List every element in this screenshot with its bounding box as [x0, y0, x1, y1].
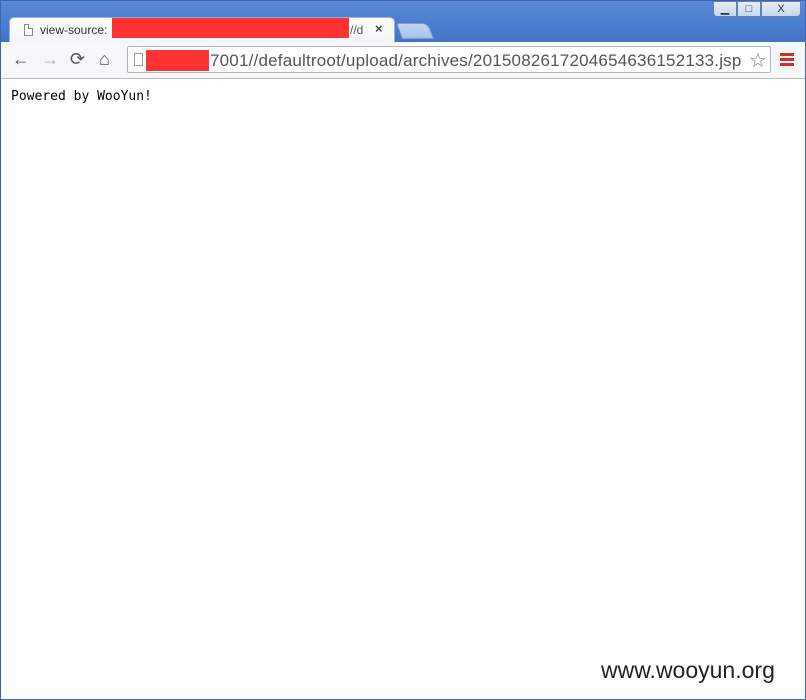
redaction-block — [146, 50, 209, 71]
reload-icon[interactable]: ⟳ — [70, 50, 85, 68]
hamburger-menu-icon[interactable] — [780, 53, 794, 68]
page-icon — [24, 24, 33, 36]
page-body-text: Powered by WooYun! — [11, 89, 152, 104]
window-controls: ▁ □ X — [713, 1, 801, 19]
browser-toolbar: ← → ⟳ ⌂ 7001//defaultroot/upload/archive… — [1, 42, 805, 79]
title-bar: view-source: //d × ▁ □ X — [1, 1, 805, 42]
tab-title: view-source: — [40, 23, 108, 37]
maximize-button[interactable]: □ — [737, 1, 761, 17]
browser-window: view-source: //d × ▁ □ X ← → ⟳ ⌂ 7001//d… — [0, 0, 806, 700]
url-text[interactable]: 7001//defaultroot/upload/archives/201508… — [210, 51, 742, 71]
close-window-button[interactable]: X — [761, 1, 801, 17]
address-bar[interactable]: 7001//defaultroot/upload/archives/201508… — [127, 46, 771, 73]
forward-arrow-icon[interactable]: → — [41, 50, 59, 68]
new-tab-button[interactable] — [396, 23, 434, 39]
minimize-button[interactable]: ▁ — [713, 1, 737, 17]
tab-close-icon[interactable]: × — [375, 21, 383, 36]
home-icon[interactable]: ⌂ — [99, 50, 110, 68]
tab-title-tail: //d — [350, 23, 364, 37]
active-tab[interactable]: view-source: //d × — [9, 17, 395, 42]
bookmark-star-icon[interactable]: ☆ — [749, 48, 767, 73]
page-content: Powered by WooYun! www.wooyun.org — [1, 79, 805, 699]
watermark: www.wooyun.org — [601, 657, 775, 683]
back-arrow-icon[interactable]: ← — [12, 50, 30, 68]
page-icon — [134, 53, 143, 66]
redaction-block — [112, 18, 349, 38]
